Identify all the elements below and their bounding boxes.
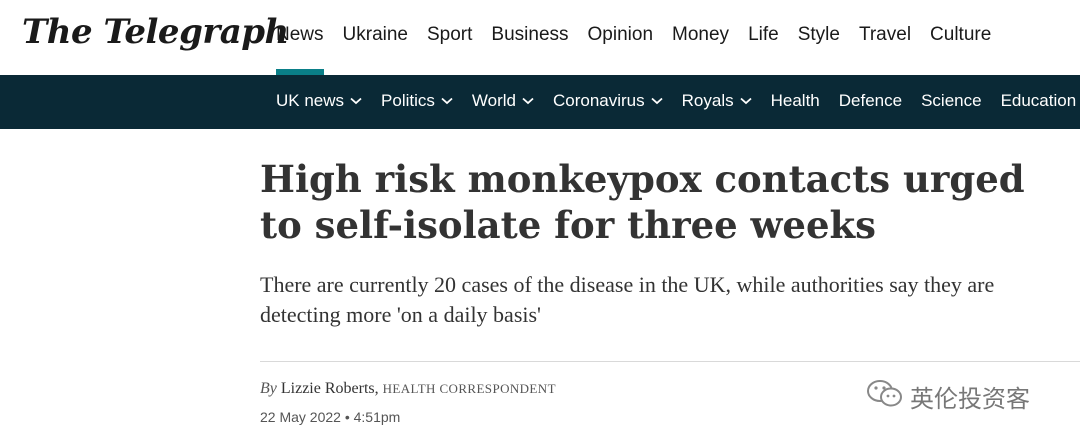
subnav-item-world[interactable]: World [472,91,534,111]
subnav-item-label: Royals [681,91,734,110]
subnav-item-label: World [471,91,516,110]
chevron-down-icon [350,97,362,105]
section-subnav: UK news Politics World Coronavirus Royal… [0,75,1080,129]
subnav-item-politics[interactable]: Politics [381,91,453,111]
nav-item-ukraine[interactable]: Ukraine [343,24,408,46]
chevron-down-icon [740,97,752,105]
top-bar: The Telegraph News Ukraine Sport Busines… [0,0,1080,75]
author-name[interactable]: Lizzie Roberts, [281,380,379,397]
subnav-item-defence[interactable]: Defence [839,91,902,111]
subnav-item-uk-news[interactable]: UK news [276,91,362,111]
subnav-item-label: Politics [381,91,435,110]
nav-item-style[interactable]: Style [798,24,840,46]
publish-date: 22 May 2022 • 4:51pm [260,409,401,425]
chevron-down-icon [651,97,663,105]
subnav-item-science[interactable]: Science [921,91,981,111]
nav-item-business[interactable]: Business [491,24,568,46]
subnav-item-health[interactable]: Health [771,91,820,111]
article-headline: High risk monkeypox contacts urged to se… [260,157,1025,247]
nav-item-travel[interactable]: Travel [859,24,911,46]
subnav-item-label: UK news [276,91,345,110]
wechat-icon [866,378,904,415]
nav-item-culture[interactable]: Culture [930,24,991,46]
telegraph-logo[interactable]: The Telegraph [22,12,289,52]
subnav-item-coronavirus[interactable]: Coronavirus [553,91,663,111]
byline: By Lizzie Roberts, HEALTH CORRESPONDENT [260,380,556,398]
main-nav: News Ukraine Sport Business Opinion Mone… [276,24,1010,75]
divider [260,361,1080,362]
nav-item-news[interactable]: News [276,24,324,75]
nav-item-sport[interactable]: Sport [427,24,472,46]
author-role: HEALTH CORRESPONDENT [382,381,556,396]
watermark-text: 英伦投资客 [910,385,1030,413]
chevron-down-icon [441,97,453,105]
nav-item-money[interactable]: Money [672,24,729,46]
subnav-item-label: Coronavirus [552,91,645,110]
chevron-down-icon [522,97,534,105]
byline-prefix: By [260,380,277,397]
watermark: 英伦投资客 [866,378,1030,415]
nav-item-life[interactable]: Life [748,24,779,46]
subnav-item-education[interactable]: Education [1001,91,1077,111]
nav-item-opinion[interactable]: Opinion [588,24,654,46]
article-standfirst: There are currently 20 cases of the dise… [260,272,995,327]
subnav-item-royals[interactable]: Royals [682,91,752,111]
